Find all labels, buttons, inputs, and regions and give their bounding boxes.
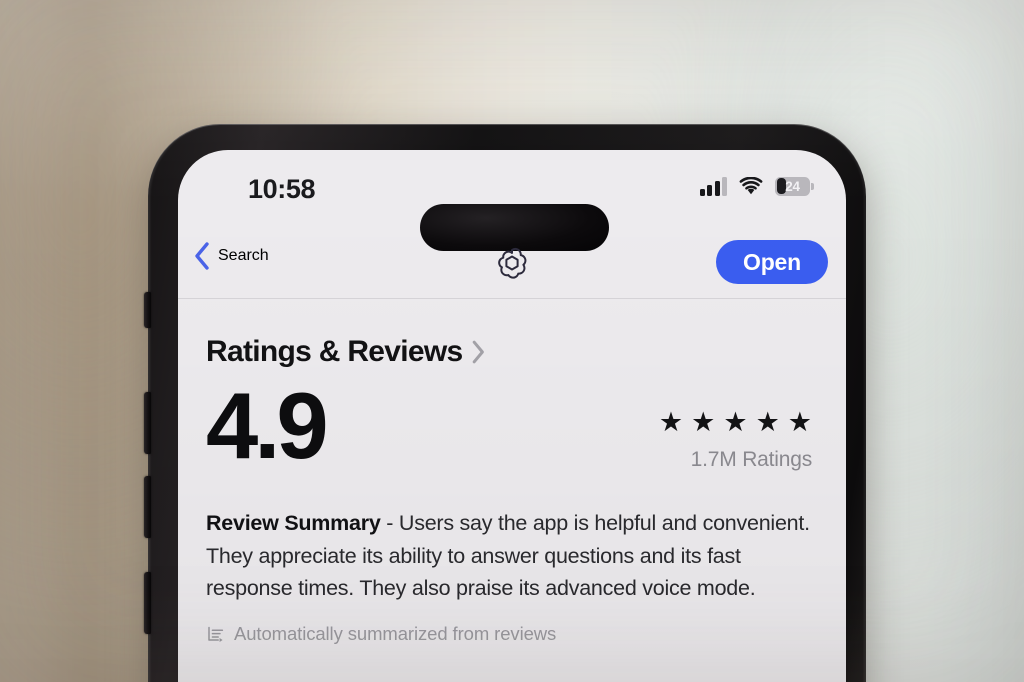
volume-up-button[interactable]: [144, 392, 151, 454]
battery-icon: 24: [775, 176, 814, 196]
ratings-count-label: 1.7M Ratings: [690, 448, 813, 471]
phone-device: 10:58 24 Search Open Ratings & Reviews 4…: [144, 124, 866, 682]
cellular-bars-icon: [699, 176, 727, 196]
status-bar-clock: 10:58: [248, 174, 316, 204]
summary-footnote: Automatically summarized from reviews: [206, 623, 846, 645]
summary-footnote-label: Automatically summarized from reviews: [234, 623, 557, 645]
star-icon: ★: [723, 407, 748, 437]
ratings-reviews-header-link[interactable]: Ratings & Reviews: [206, 335, 846, 369]
average-rating-score: 4.9: [206, 373, 329, 478]
back-to-search-button[interactable]: Search: [194, 242, 269, 270]
star-icon: ★: [755, 407, 780, 437]
silent-switch-button[interactable]: [144, 292, 151, 328]
status-bar-indicators: 24: [699, 176, 814, 196]
app-store-nav-bar: Search Open: [178, 230, 846, 299]
chevron-left-icon: [195, 242, 209, 270]
star-icon: ★: [658, 407, 684, 437]
wifi-icon: [739, 176, 763, 194]
status-bar: 10:58 24: [178, 150, 846, 251]
action-button[interactable]: [144, 572, 151, 634]
review-summary-paragraph: Review Summary - Users say the app is he…: [206, 507, 820, 605]
screenshot-stage: 10:58 24 Search Open Ratings & Reviews 4…: [0, 0, 1024, 682]
summarize-text-icon: [208, 626, 224, 643]
star-icon: ★: [787, 407, 812, 437]
openai-logo-icon: [498, 247, 527, 279]
battery-percent-label: 24: [785, 178, 800, 194]
page-title: Ratings & Reviews: [206, 335, 463, 368]
open-app-button[interactable]: Open: [716, 240, 828, 284]
review-summary-label: Review Summary: [206, 511, 381, 535]
rating-detail-block: ★ ★ ★ ★ ★ 1.7M Ratings: [659, 409, 812, 472]
star-rating-icons: ★ ★ ★ ★ ★: [659, 409, 812, 436]
back-button-label: Search: [218, 247, 269, 264]
volume-down-button[interactable]: [144, 476, 151, 538]
rating-summary-row: 4.9 ★ ★ ★ ★ ★ 1.7M Ratings: [206, 379, 818, 491]
phone-screen: 10:58 24 Search Open Ratings & Reviews 4…: [178, 150, 846, 682]
ratings-reviews-section: Ratings & Reviews 4.9 ★ ★ ★ ★ ★ 1.7M Rat…: [178, 299, 846, 645]
star-icon: ★: [691, 407, 716, 437]
chevron-right-icon: [472, 340, 484, 364]
